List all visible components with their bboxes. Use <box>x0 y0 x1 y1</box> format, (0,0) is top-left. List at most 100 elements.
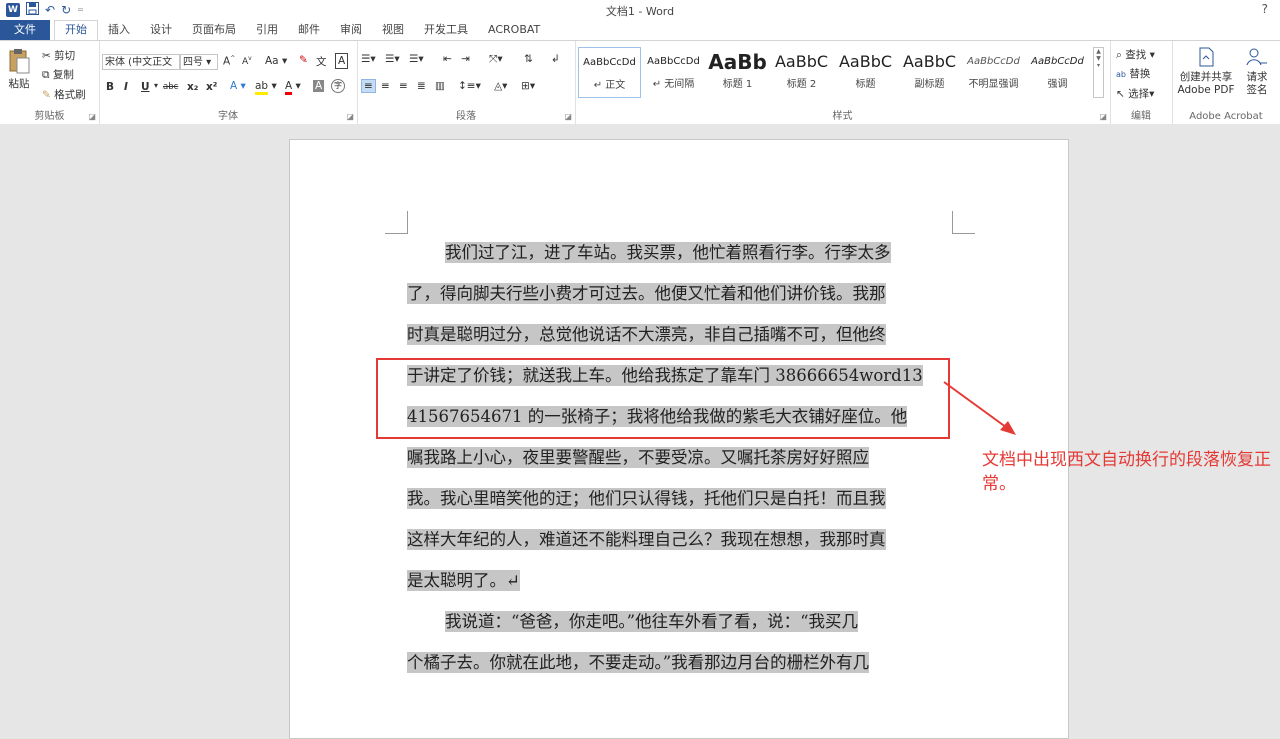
tab-acrobat[interactable]: ACROBAT <box>478 20 550 40</box>
style-title[interactable]: AaBbC 标题 <box>834 47 897 98</box>
enclose-char-button[interactable]: 字 <box>331 79 345 93</box>
annotation-arrow <box>943 381 1016 435</box>
paste-button[interactable]: 粘贴 <box>8 47 30 91</box>
outdent-icon: ⇤ <box>443 53 452 65</box>
italic-button[interactable]: I <box>124 81 128 93</box>
shrink-font-button[interactable]: Av <box>242 55 252 67</box>
document-line: 嘱我路上小心，夜里要警醒些，不要受凉。又嘱托茶房好好照应 <box>407 447 869 468</box>
paragraph-label: 段落 <box>456 111 476 122</box>
tab-review[interactable]: 审阅 <box>330 20 372 40</box>
sort-icon: ⇅ <box>524 53 533 65</box>
window-title: 文档1 - Word <box>605 5 675 18</box>
line-spacing-button[interactable]: ↕≡▾ <box>458 80 481 92</box>
text-effects-button[interactable]: A ▾ <box>230 80 246 92</box>
highlight-button[interactable]: ab ▾ <box>255 80 277 95</box>
phonetic-guide-button[interactable]: 文 <box>316 54 327 69</box>
paste-icon <box>9 49 30 74</box>
indent-icon: ⇥ <box>461 53 470 65</box>
font-launcher-icon[interactable]: ◪ <box>346 112 354 121</box>
bold-button[interactable]: B <box>106 81 114 93</box>
styles-launcher-icon[interactable]: ◪ <box>1099 112 1107 121</box>
style-normal[interactable]: AaBbCcDd ↵ 正文 <box>578 47 641 98</box>
align-center-button[interactable]: ≡ <box>381 80 390 92</box>
increase-indent-button[interactable]: ⇥ <box>461 53 470 65</box>
tab-references[interactable]: 引用 <box>246 20 288 40</box>
style-subtle-emphasis[interactable]: AaBbCcDd 不明显强调 <box>962 47 1025 98</box>
request-signature-button[interactable]: 请求 签名 <box>1240 47 1274 97</box>
tab-insert[interactable]: 插入 <box>98 20 140 40</box>
style-heading-1[interactable]: AaBb 标题 1 <box>706 47 769 98</box>
document-line: 个橘子去。你就在此地，不要走动。”我看那边月台的栅栏外有几 <box>407 652 870 673</box>
font-family-combo[interactable]: 宋体 (中文正文 <box>102 54 180 70</box>
distributed-button[interactable]: ▥ <box>435 80 445 92</box>
eraser-icon: ✎ <box>299 54 308 66</box>
align-right-button[interactable]: ≡ <box>399 80 408 92</box>
document-line: 时真是聪明过分，总觉他说话不大漂亮，非自己插嘴不可，但他终 <box>407 324 886 345</box>
align-right-icon: ≡ <box>399 80 408 92</box>
justify-button[interactable]: ≣ <box>417 80 426 92</box>
font-color-button[interactable]: A ▾ <box>285 80 301 95</box>
char-border-button[interactable]: A <box>335 53 349 69</box>
style-no-spacing[interactable]: AaBbCcDd ↵ 无间隔 <box>642 47 705 98</box>
styles-gallery-scroll[interactable]: ▲ ▼ ▾ <box>1093 47 1104 98</box>
char-shading-button[interactable]: A <box>313 80 325 92</box>
format-painter-button[interactable]: ✎ 格式刷 <box>42 87 86 102</box>
tab-design[interactable]: 设计 <box>140 20 182 40</box>
copy-button[interactable]: ⧉ 复制 <box>42 67 74 82</box>
tab-developer[interactable]: 开发工具 <box>414 20 478 40</box>
shading-button[interactable]: ◬▾ <box>494 80 507 92</box>
show-marks-button[interactable]: ↲ <box>551 53 560 65</box>
chinese-layout-icon: ⤧ <box>489 53 498 65</box>
clear-format-button[interactable]: ✎ <box>299 54 308 66</box>
borders-button[interactable]: ⊞▾ <box>521 80 535 92</box>
paragraph-group: ☰▾ ☰▾ ☰▾ ⇤ ⇥ ⤧▾ ⇅ ↲ ≡ ≡ ≡ ≣ ▥ ↕≡▾ ◬▾ ⊞▾ … <box>357 41 576 124</box>
document-line: 是太聪明了。↵ <box>407 570 520 591</box>
bullets-button[interactable]: ☰▾ <box>361 53 376 65</box>
style-emphasis[interactable]: AaBbCcDd 强调 <box>1026 47 1089 98</box>
tab-mailings[interactable]: 邮件 <box>288 20 330 40</box>
clipboard-launcher-icon[interactable]: ◪ <box>88 112 96 121</box>
replace-button[interactable]: ab 替换 <box>1116 66 1150 81</box>
strikethrough-button[interactable]: abc <box>163 82 178 92</box>
replace-icon: ab <box>1116 70 1126 79</box>
select-button[interactable]: ↖ 选择▾ <box>1116 86 1154 101</box>
align-left-button[interactable]: ≡ <box>361 79 376 93</box>
sort-button[interactable]: ⇅ <box>524 53 533 65</box>
tab-home[interactable]: 开始 <box>54 20 98 40</box>
styles-label: 样式 <box>832 111 853 122</box>
multilevel-list-button[interactable]: ☰▾ <box>409 53 424 65</box>
style-subtitle[interactable]: AaBbC 副标题 <box>898 47 961 98</box>
document-line: 了，得向脚夫行些小费才可过去。他便又忙着和他们讲价钱。我那 <box>407 283 886 304</box>
editing-group: ⌕ 查找 ▾ ab 替换 ↖ 选择▾ 编辑 <box>1110 41 1173 124</box>
clipboard-group: 粘贴 ✂ 剪切 ⧉ 复制 ✎ 格式刷 剪贴板 ◪ <box>0 41 100 124</box>
signature-icon <box>1246 48 1267 66</box>
numbering-button[interactable]: ☰▾ <box>385 53 400 65</box>
create-pdf-button[interactable]: 创建并共享 Adobe PDF <box>1176 47 1236 97</box>
subscript-button[interactable]: x₂ <box>187 81 198 93</box>
underline-button[interactable]: U <box>141 81 150 93</box>
help-button[interactable]: ? <box>1262 2 1268 16</box>
tab-file[interactable]: 文件 <box>0 20 50 40</box>
style-heading-2[interactable]: AaBbC 标题 2 <box>770 47 833 98</box>
copy-icon: ⧉ <box>42 69 50 81</box>
grow-font-button[interactable]: A^ <box>223 55 235 68</box>
tab-layout[interactable]: 页面布局 <box>182 20 246 40</box>
change-case-button[interactable]: Aa ▾ <box>265 55 287 67</box>
tab-view[interactable]: 视图 <box>372 20 414 40</box>
paragraph-launcher-icon[interactable]: ◪ <box>564 112 572 121</box>
bullets-icon: ☰ <box>361 53 371 65</box>
ribbon-tabs: 文件 开始 插入 设计 页面布局 引用 邮件 审阅 视图 开发工具 ACROBA… <box>0 20 1280 40</box>
decrease-indent-button[interactable]: ⇤ <box>443 53 452 65</box>
cut-button[interactable]: ✂ 剪切 <box>42 48 75 63</box>
underline-dropdown[interactable]: ▾ <box>154 81 158 90</box>
font-size-combo[interactable]: 四号 ▾ <box>180 54 218 70</box>
brush-icon: ✎ <box>42 89 51 101</box>
cursor-icon: ↖ <box>1116 88 1125 100</box>
pdf-icon <box>1199 47 1214 67</box>
highlight-box <box>376 358 950 439</box>
find-button[interactable]: ⌕ 查找 ▾ <box>1116 47 1155 62</box>
chinese-layout-button[interactable]: ⤧▾ <box>489 53 503 66</box>
document-line: 我。我心里暗笑他的迂；他们只认得钱，托他们只是白托！而且我 <box>407 488 886 509</box>
numbering-icon: ☰ <box>385 53 395 65</box>
superscript-button[interactable]: x² <box>206 81 217 93</box>
